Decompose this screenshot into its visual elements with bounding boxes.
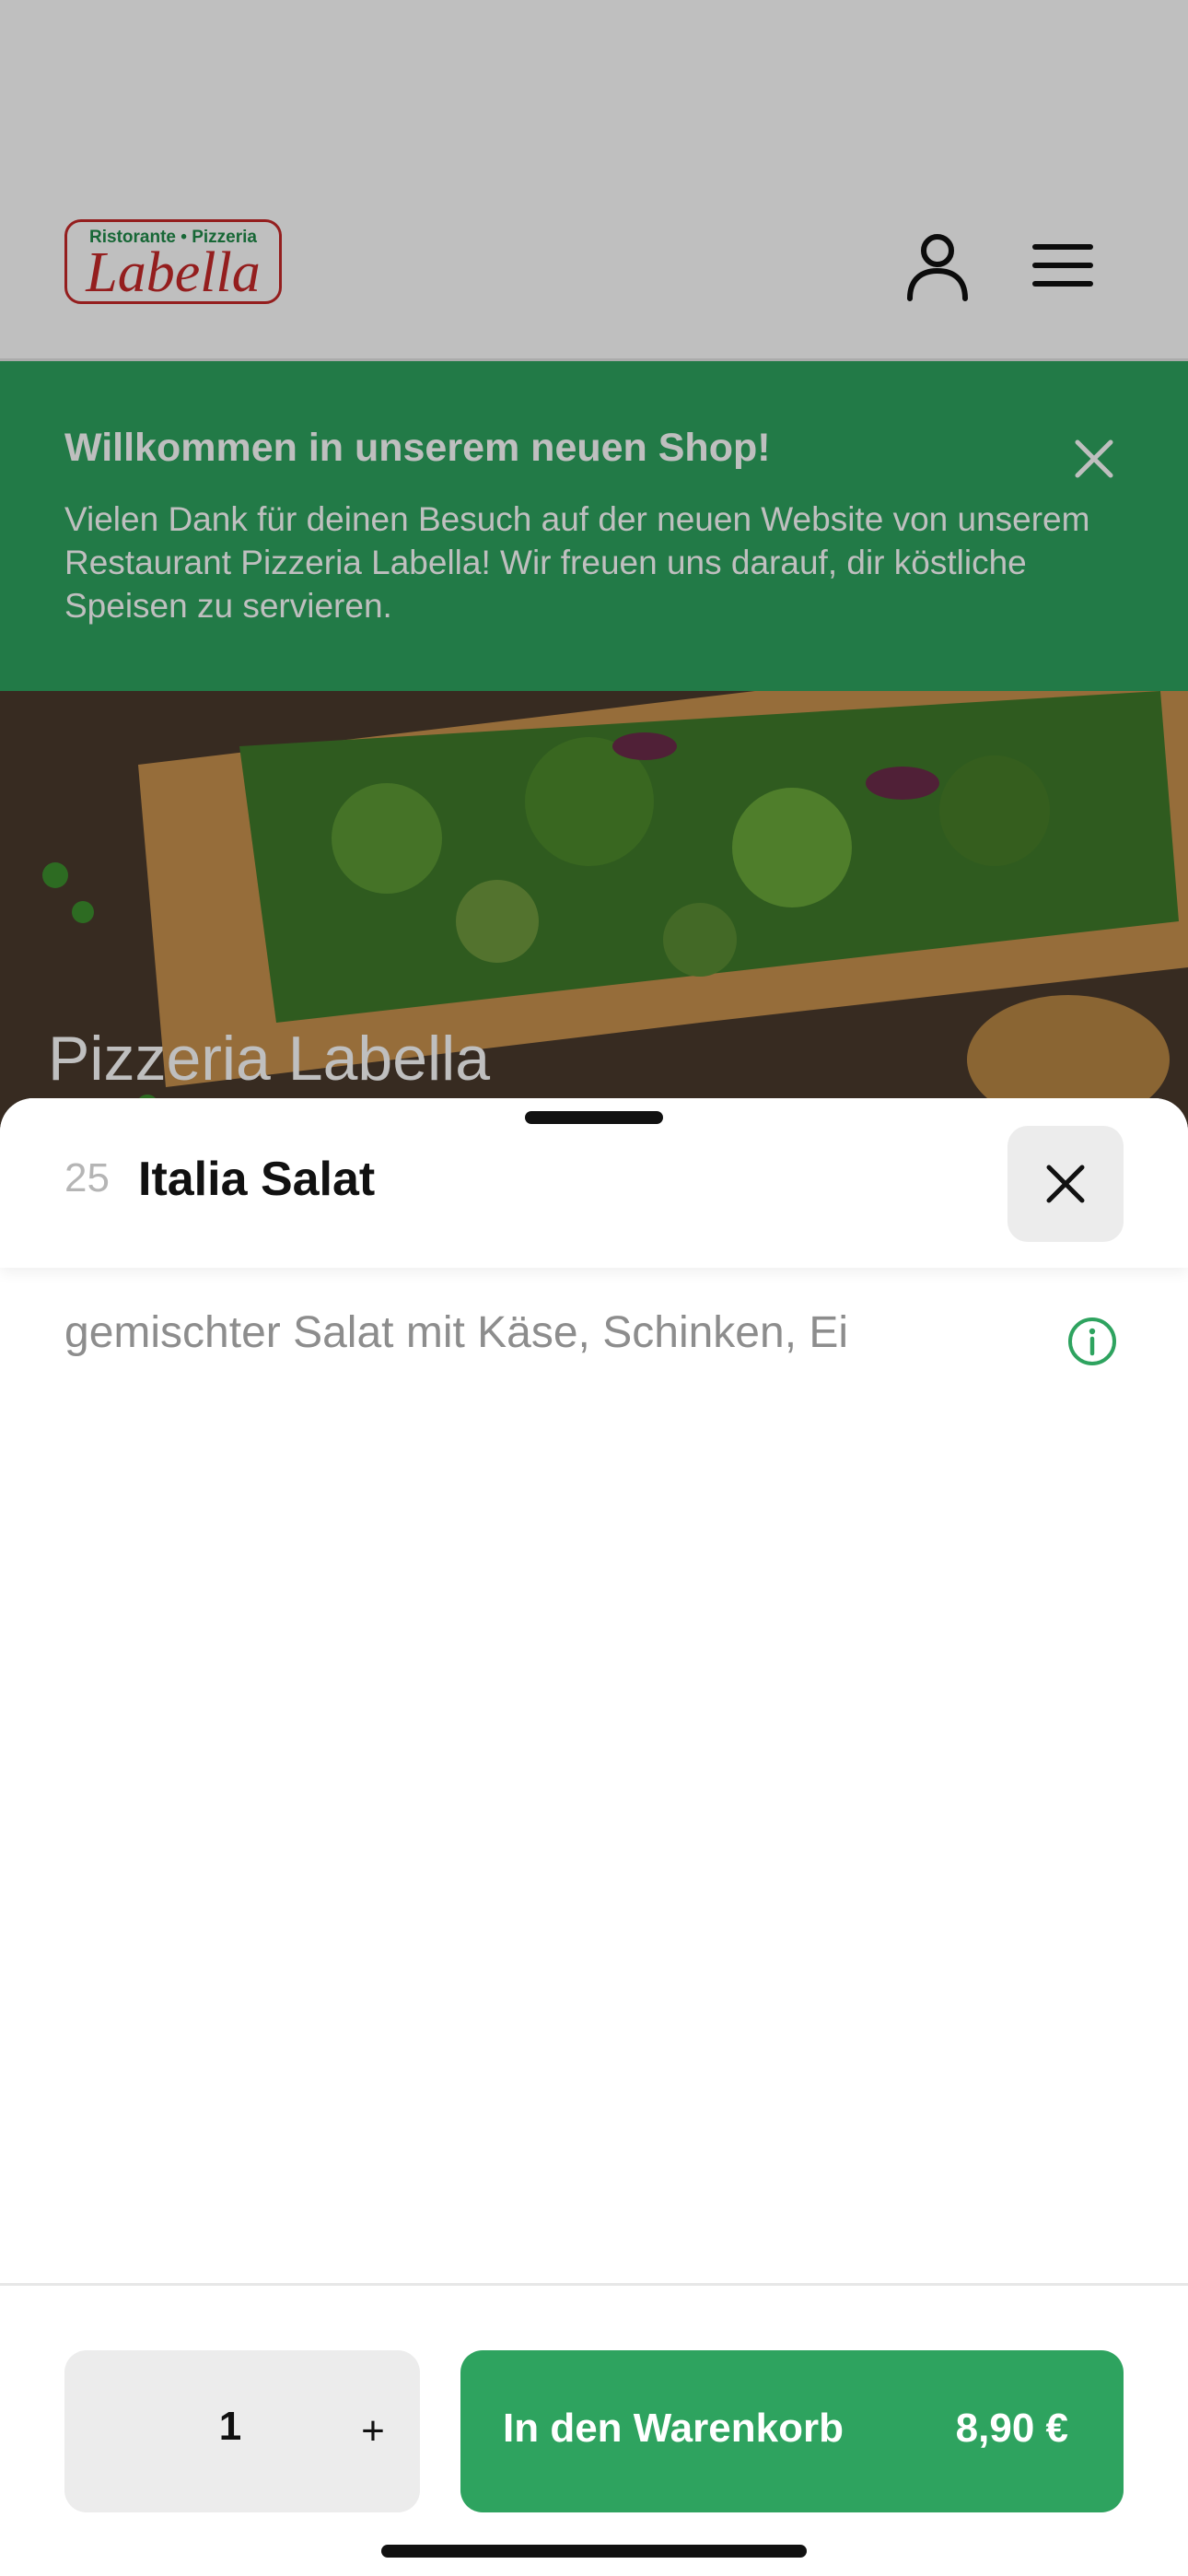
close-button[interactable]	[1007, 1126, 1124, 1242]
sheet-footer: 1 + In den Warenkorb 8,90 €	[0, 2283, 1188, 2576]
info-icon[interactable]	[1066, 1316, 1118, 1367]
close-icon	[1046, 1165, 1085, 1203]
modal-backdrop[interactable]	[0, 0, 1188, 1142]
add-to-cart-label: In den Warenkorb	[503, 2406, 844, 2451]
drag-handle[interactable]	[525, 1111, 663, 1124]
background-page: Ristorante • Pizzeria Labella Willkommen…	[0, 0, 1188, 1142]
add-to-cart-button[interactable]: In den Warenkorb 8,90 €	[460, 2350, 1124, 2512]
product-bottom-sheet: 25 Italia Salat gemischter Salat mit Käs…	[0, 1098, 1188, 2576]
quantity-plus-button[interactable]: +	[332, 2387, 414, 2476]
quantity-value[interactable]: 1	[212, 2404, 249, 2450]
item-description: gemischter Salat mit Käse, Schinken, Ei	[64, 1308, 849, 1357]
item-price: 8,90 €	[955, 2406, 1068, 2451]
item-number: 25	[64, 1155, 110, 1200]
home-indicator	[381, 2545, 807, 2558]
item-title: Italia Salat	[138, 1153, 376, 1206]
quantity-stepper: 1 +	[64, 2350, 420, 2512]
